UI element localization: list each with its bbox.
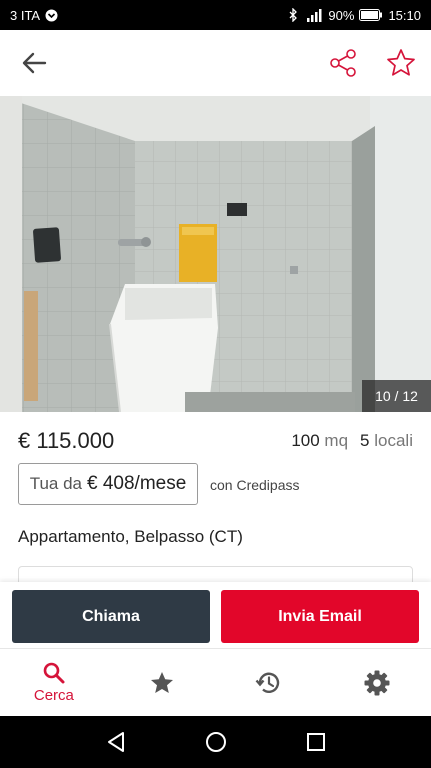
credit-prefix: Tua da [29, 474, 82, 493]
history-icon [255, 672, 280, 693]
bluetooth-icon [289, 8, 298, 22]
send-email-button[interactable]: Invia Email [221, 590, 419, 643]
photo-counter: 10 / 12 [362, 380, 431, 412]
nav-label-search: Cerca [33, 687, 74, 704]
share-icon [330, 49, 356, 77]
back-button[interactable] [16, 45, 52, 81]
call-button[interactable]: Chiama [12, 590, 210, 643]
carrier-label: 3 ITA [10, 7, 41, 23]
mortgage-estimate-button[interactable]: Tua da € 408/mese [18, 463, 198, 505]
nav-item-settings[interactable] [323, 649, 431, 716]
contact-action-bar: Chiama Invia Email [0, 582, 431, 648]
listing-price: € 115.000 [18, 428, 115, 453]
arrow-left-icon [22, 52, 47, 74]
listing-photo[interactable]: 10 / 12 [0, 96, 431, 412]
top-app-bar [0, 30, 431, 96]
rooms-value: 5 [360, 431, 370, 450]
property-title: Appartamento, Belpasso (CT) [18, 527, 243, 546]
star-icon [150, 671, 173, 693]
clock: 15:10 [388, 7, 421, 23]
triangle-back-icon [107, 732, 124, 752]
star-outline-icon [387, 49, 415, 76]
system-back-button[interactable] [102, 728, 130, 756]
nav-item-favorites[interactable] [108, 649, 216, 716]
rooms-stat: 5 locali [360, 431, 413, 451]
system-recents-button[interactable] [302, 728, 330, 756]
nav-item-history[interactable] [216, 649, 324, 716]
status-bar: 3 ITA 90% 15:10 [0, 0, 431, 30]
favorite-button[interactable] [383, 45, 419, 81]
area-stat: 100 mq [291, 431, 348, 451]
battery-icon [359, 9, 383, 21]
listing-stats: 100 mq 5 locali [291, 431, 413, 451]
credit-provider: con Credipass [210, 477, 300, 493]
square-recents-icon [306, 733, 325, 751]
share-button[interactable] [325, 45, 361, 81]
battery-percent: 90% [328, 7, 355, 23]
nav-item-search[interactable]: Cerca [0, 649, 108, 716]
credit-amount: € 408/mese [87, 473, 187, 494]
circle-home-icon [205, 732, 226, 752]
bathroom-photo [0, 96, 431, 412]
notification-icon [45, 9, 58, 22]
signal-icon [303, 8, 323, 22]
search-icon [43, 662, 65, 684]
system-navigation-bar [0, 716, 431, 768]
system-home-button[interactable] [202, 728, 230, 756]
area-unit: mq [324, 431, 349, 450]
gear-icon [364, 670, 390, 695]
area-value: 100 [291, 431, 320, 450]
rooms-unit: locali [374, 431, 413, 450]
bottom-navigation: Cerca [0, 648, 431, 716]
